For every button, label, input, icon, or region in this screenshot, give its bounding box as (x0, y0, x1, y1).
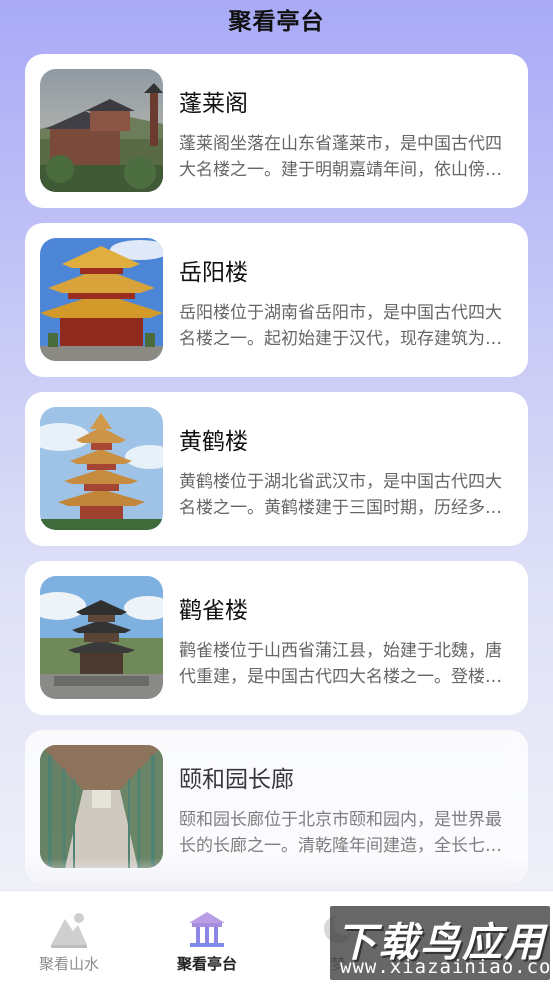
card-description: 鹳雀楼位于山西省蒲江县，始建于北魏，唐代重建，是中国古代四大名楼之一。登楼远眺，… (179, 641, 502, 687)
guanque-tower-photo (40, 576, 163, 699)
card-description: 岳阳楼位于湖南省岳阳市，是中国古代四大名楼之一。起初始建于汉代，现存建筑为清代重… (179, 303, 502, 349)
card-description: 黄鹤楼位于湖北省武汉市，是中国古代四大名楼之一。黄鹤楼建于三国时期，历经多次重建… (179, 472, 502, 518)
watermark-overlay: 下载鸟应用 www.xiazainiao.com (330, 906, 553, 980)
page-title: 聚看亭台 (228, 9, 325, 35)
card-title: 岳阳楼 (179, 260, 248, 286)
yueyang-tower-photo (40, 238, 163, 361)
scroll-fade (0, 858, 553, 890)
card-title: 鹳雀楼 (179, 598, 248, 624)
mountain-icon (49, 909, 89, 949)
yellow-crane-tower-photo (40, 407, 163, 530)
card-description: 颐和园长廊位于北京市颐和园内，是世界最长的长廊之一。清乾隆年间建造，全长七百余米… (179, 810, 502, 856)
long-corridor-photo (40, 745, 163, 868)
tab-label: 聚看山水 (38, 955, 99, 973)
pavilion-icon (187, 909, 227, 949)
card-title: 黄鹤楼 (179, 429, 248, 455)
tab-mountains[interactable]: 聚看山水 (9, 903, 129, 973)
tab-pavilions[interactable]: 聚看亭台 (147, 903, 267, 973)
list-item-huanghe[interactable]: 黄鹤楼 黄鹤楼位于湖北省武汉市，是中国古代四大名楼之一。黄鹤楼建于三国时期，历经… (25, 392, 528, 546)
penglai-pavilion-photo (40, 69, 163, 192)
list-item-guanque[interactable]: 鹳雀楼 鹳雀楼位于山西省蒲江县，始建于北魏，唐代重建，是中国古代四大名楼之一。登… (25, 561, 528, 715)
card-description: 蓬莱阁坐落在山东省蓬莱市，是中国古代四大名楼之一。建于明朝嘉靖年间，依山傍海，景… (179, 134, 502, 180)
list-item-yueyang[interactable]: 岳阳楼 岳阳楼位于湖南省岳阳市，是中国古代四大名楼之一。起初始建于汉代，现存建筑… (25, 223, 528, 377)
card-title: 蓬莱阁 (179, 91, 248, 117)
tab-label: 聚看亭台 (176, 955, 237, 973)
list-item-penglai[interactable]: 蓬莱阁 蓬莱阁坐落在山东省蓬莱市，是中国古代四大名楼之一。建于明朝嘉靖年间，依山… (25, 54, 528, 208)
card-list: 蓬莱阁 蓬莱阁坐落在山东省蓬莱市，是中国古代四大名楼之一。建于明朝嘉靖年间，依山… (25, 54, 528, 899)
card-title: 颐和园长廊 (179, 767, 294, 793)
watermark-url: www.xiazainiao.com (340, 956, 553, 978)
